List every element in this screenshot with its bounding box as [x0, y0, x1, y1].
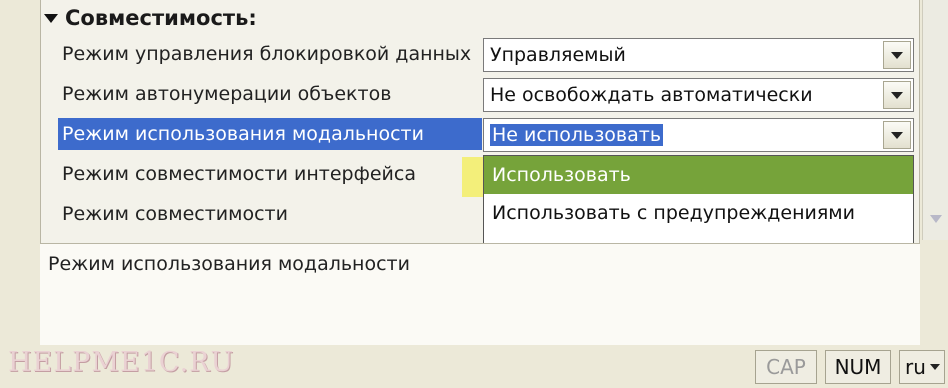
- property-label-autonumbering: Режим автонумерации объектов: [62, 83, 392, 105]
- chevron-down-icon: [891, 51, 903, 59]
- autonumbering-dropdown-button[interactable]: [883, 81, 911, 109]
- property-label-interface-compat: Режим совместимости интерфейса: [62, 163, 416, 185]
- cursor-highlight: [462, 157, 484, 197]
- autonumbering-value: Не освобождать автоматически: [490, 84, 813, 106]
- num-lock-indicator: NUM: [825, 350, 891, 384]
- modality-value[interactable]: Не использовать: [484, 124, 883, 146]
- dropdown-option-use[interactable]: Использовать: [484, 156, 913, 194]
- scrollbar[interactable]: [922, 0, 948, 240]
- modality-value-text: Не использовать: [490, 124, 664, 146]
- chevron-down-icon: [891, 91, 903, 99]
- description-text: Режим использования модальности: [48, 253, 410, 275]
- group-header-compatibility[interactable]: Совместимость:: [44, 6, 257, 30]
- collapse-triangle-icon[interactable]: [44, 13, 58, 23]
- chevron-down-icon: [891, 131, 903, 139]
- modality-select[interactable]: Не использовать: [483, 118, 914, 152]
- lock-mode-dropdown-button[interactable]: [883, 41, 911, 69]
- lock-mode-select[interactable]: Управляемый: [483, 38, 914, 72]
- chevron-down-icon: [929, 364, 940, 370]
- watermark: HELPME1C.RU: [8, 347, 235, 378]
- lock-mode-value: Управляемый: [490, 44, 626, 66]
- property-label-modality[interactable]: Режим использования модальности: [58, 118, 482, 150]
- language-indicator[interactable]: ru: [899, 350, 945, 384]
- language-label: ru: [905, 355, 926, 379]
- dropdown-option-use-with-warnings[interactable]: Использовать с предупреждениями: [484, 194, 913, 232]
- autonumbering-select[interactable]: Не освобождать автоматически: [483, 78, 914, 112]
- property-label-lock-mode: Режим управления блокировкой данных: [62, 43, 472, 65]
- modality-dropdown-button[interactable]: [883, 121, 911, 149]
- caps-lock-indicator: CAP: [755, 350, 817, 384]
- group-title: Совместимость:: [65, 6, 257, 30]
- scroll-down-icon[interactable]: [930, 215, 942, 223]
- property-label-compat-mode: Режим совместимости: [62, 203, 288, 225]
